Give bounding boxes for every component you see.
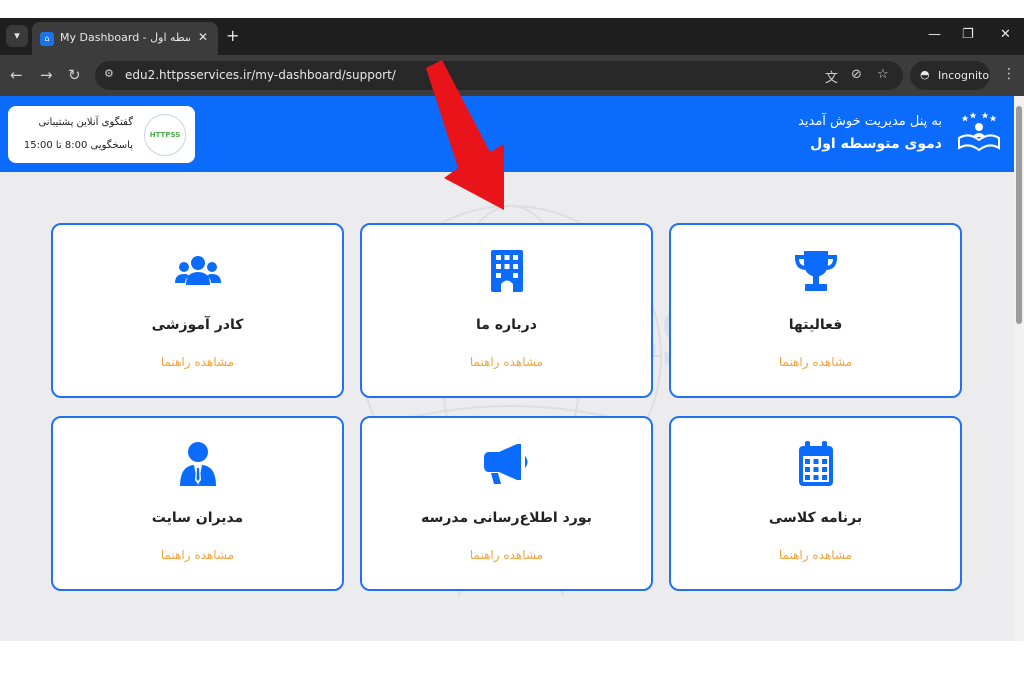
site-settings-icon[interactable]: ⚙ [104,67,120,83]
close-window-icon[interactable]: ✕ [1000,27,1011,42]
minimize-icon[interactable]: — [928,27,941,42]
view-guide-link[interactable]: مشاهده راهنما [671,355,960,369]
card-school-notice-board[interactable]: بورد اطلاع‌رسانی مدرسه مشاهده راهنما [360,416,653,591]
card-educational-staff[interactable]: کادر آموزشی مشاهده راهنما [51,223,344,398]
reload-icon[interactable]: ↻ [68,66,81,84]
new-tab-button[interactable]: + [226,26,239,45]
active-tab[interactable]: ⌂ My Dashboard - دموی متوسطه اول ✕ [32,22,218,55]
tab-strip: ▾ ⌂ My Dashboard - دموی متوسطه اول ✕ + —… [0,18,1024,55]
view-guide-link[interactable]: مشاهده راهنما [362,355,651,369]
bookmark-star-icon[interactable]: ☆ [877,67,889,82]
school-book-logo-icon [958,112,1000,152]
httpss-logo: HTTPSS [144,114,186,156]
eye-off-icon[interactable]: ⊘ [851,67,862,82]
incognito-icon: ◓ [920,68,930,81]
tab-close-icon[interactable]: ✕ [198,30,208,44]
restore-icon[interactable]: ❐ [962,27,974,42]
support-title: گفتگوی آنلاین پشتیبانی [38,117,133,128]
incognito-indicator[interactable]: ◓ Incognito [910,61,990,90]
online-support-box[interactable]: گفتگوی آنلاین پشتیبانی پاسخگویی 8:00 تا … [8,106,195,163]
page-bottom-blank [0,641,1024,683]
page-scrollbar[interactable] [1014,96,1024,641]
incognito-label: Incognito [938,69,990,82]
back-icon[interactable]: ← [10,66,23,84]
scroll-thumb[interactable] [1016,106,1022,324]
translate-icon[interactable]: 文 [825,67,838,86]
browser-menu-icon[interactable]: ⋮ [1002,66,1016,82]
calendar-icon [798,441,833,486]
view-guide-link[interactable]: مشاهده راهنما [53,548,342,562]
card-activities[interactable]: فعالیتها مشاهده راهنما [669,223,962,398]
user-tie-icon [179,442,216,486]
card-title: فعالیتها [788,317,843,333]
building-icon [490,250,523,292]
school-name: دموی متوسطه اول [810,136,942,152]
view-guide-link[interactable]: مشاهده راهنما [53,355,342,369]
card-class-schedule[interactable]: برنامه کلاسی مشاهده راهنما [669,416,962,591]
forward-icon[interactable]: → [40,66,53,84]
view-guide-link[interactable]: مشاهده راهنما [671,548,960,562]
tab-title: My Dashboard - دموی متوسطه اول [60,31,190,44]
card-title: بورد اطلاع‌رسانی مدرسه [421,510,592,526]
users-group-icon [174,256,221,285]
megaphone-icon [483,444,527,484]
card-title: برنامه کلاسی [768,510,863,526]
card-site-managers[interactable]: مدیران سایت مشاهده راهنما [51,416,344,591]
card-title: کادر آموزشی [151,317,244,333]
red-arrow-annotation-icon [426,60,504,210]
card-title: درباره ما [476,317,537,333]
site-favicon-icon: ⌂ [40,32,54,46]
card-about-us[interactable]: درباره ما مشاهده راهنما [360,223,653,398]
view-guide-link[interactable]: مشاهده راهنما [362,548,651,562]
support-hours: پاسخگویی 8:00 تا 15:00 [23,140,133,151]
card-title: مدیران سایت [151,510,244,526]
tab-search-button[interactable]: ▾ [6,25,28,47]
welcome-text: به پنل مدیریت خوش آمدید [798,114,942,129]
trophy-icon [794,251,837,291]
url-text: edu2.httpsservices.ir/my-dashboard/suppo… [125,68,396,82]
